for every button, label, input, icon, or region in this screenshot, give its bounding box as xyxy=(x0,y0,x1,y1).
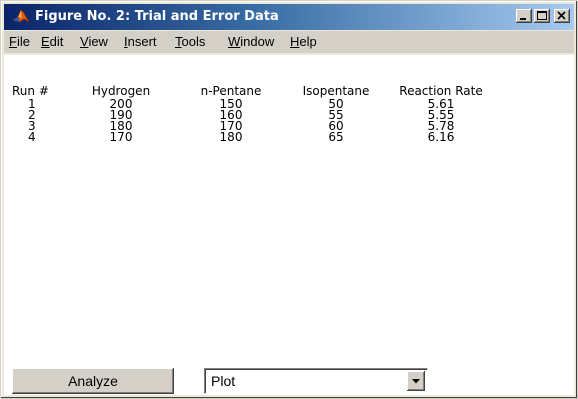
cell-reaction-rate: 6.16 xyxy=(427,130,455,144)
maximize-button[interactable] xyxy=(534,9,550,23)
menu-file-mnemonic: F xyxy=(9,34,17,49)
menu-view-label: iew xyxy=(88,34,108,49)
minimize-button[interactable] xyxy=(516,9,532,23)
minimize-icon xyxy=(520,18,526,20)
menu-edit-label: dit xyxy=(49,34,64,49)
close-icon xyxy=(557,11,566,20)
plot-select-value: Plot xyxy=(211,373,236,389)
analyze-button[interactable]: Analyze xyxy=(12,368,174,394)
menu-help[interactable]: Help xyxy=(290,33,317,51)
cell-hydrogen: 170 xyxy=(109,130,133,144)
menu-edit[interactable]: Edit xyxy=(41,33,63,51)
header-reaction-rate: Reaction Rate xyxy=(399,84,483,98)
menu-file[interactable]: File xyxy=(9,33,30,51)
menu-help-mnemonic: H xyxy=(290,34,300,49)
title-bar[interactable]: Figure No. 2: Trial and Error Data xyxy=(4,4,574,30)
menu-tools-label: ools xyxy=(181,34,206,49)
menu-view[interactable]: View xyxy=(80,33,108,51)
header-run: Run # xyxy=(12,84,49,98)
menu-window[interactable]: Window xyxy=(228,33,274,51)
menu-file-label: ile xyxy=(16,34,30,49)
plot-select[interactable]: Plot xyxy=(204,368,428,394)
figure-canvas: Run # Hydrogen n-Pentane Isopentane Reac… xyxy=(4,55,574,395)
matlab-logo-icon xyxy=(12,8,30,26)
header-hydrogen: Hydrogen xyxy=(91,84,151,98)
cell-n-pentane: 180 xyxy=(219,130,243,144)
menu-tools[interactable]: Tools xyxy=(175,33,205,51)
header-n-pentane: n-Pentane xyxy=(200,84,262,98)
cell-isopentane: 65 xyxy=(328,130,344,144)
menu-window-mnemonic: W xyxy=(228,34,241,49)
menu-edit-mnemonic: E xyxy=(41,34,50,49)
cell-run: 4 xyxy=(28,130,36,144)
window-title: Figure No. 2: Trial and Error Data xyxy=(35,9,279,24)
figure-window: Figure No. 2: Trial and Error Data File … xyxy=(0,0,578,399)
menu-insert-label: nsert xyxy=(127,34,157,49)
maximize-icon xyxy=(537,11,547,20)
close-button[interactable] xyxy=(554,9,570,23)
menu-insert[interactable]: Insert xyxy=(124,33,157,51)
menu-bar: File Edit View Insert Tools Window Help xyxy=(4,31,574,53)
menu-help-label: elp xyxy=(299,34,317,49)
header-isopentane: Isopentane xyxy=(302,84,370,98)
menu-window-label: indow xyxy=(240,34,275,49)
chevron-down-icon xyxy=(412,379,420,384)
plot-dropdown-button[interactable] xyxy=(407,371,425,391)
